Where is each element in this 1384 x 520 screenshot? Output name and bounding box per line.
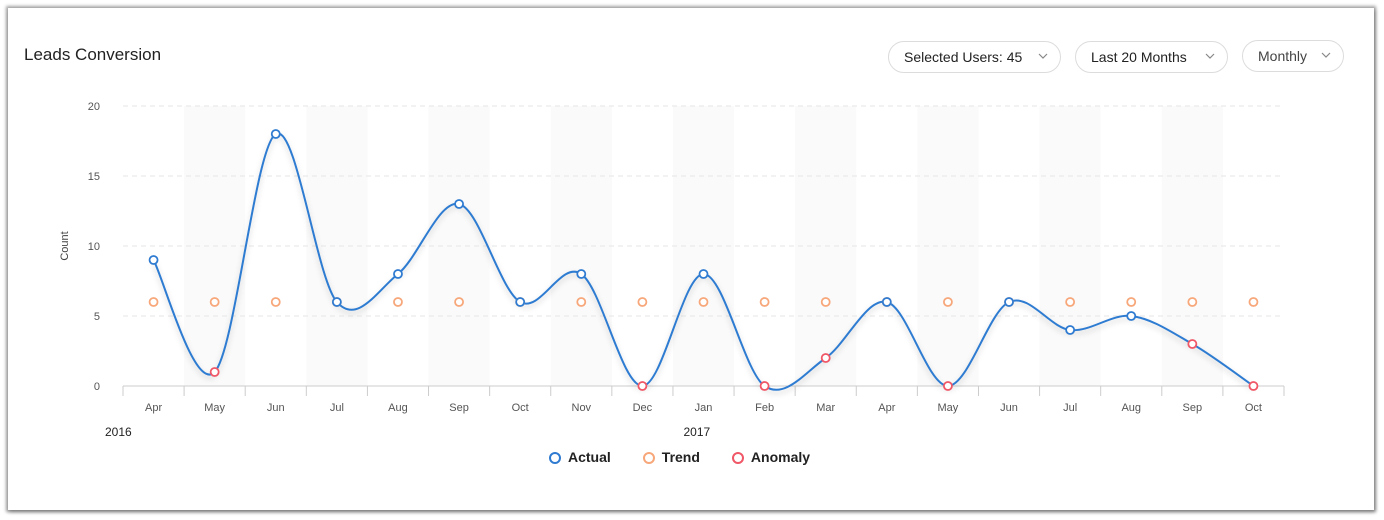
y-tick-label: 20 xyxy=(88,101,100,113)
x-tick-label: Oct xyxy=(1245,402,1262,414)
trend-point xyxy=(637,297,648,307)
trend-point xyxy=(1187,297,1198,307)
x-tick-label: Jun xyxy=(267,402,285,414)
anomaly-point xyxy=(820,353,831,363)
actual-point xyxy=(576,269,587,279)
x-tick-label: Nov xyxy=(572,402,592,414)
legend-item-anomaly[interactable]: Anomaly xyxy=(731,449,811,465)
legend-label-trend: Trend xyxy=(661,449,700,465)
trend-point xyxy=(1126,297,1137,307)
x-tick-label: Aug xyxy=(1121,402,1141,414)
trend-point xyxy=(1065,297,1076,307)
legend-label-anomaly: Anomaly xyxy=(750,449,811,465)
anomaly-point xyxy=(637,381,648,391)
y-tick-label: 15 xyxy=(88,171,100,183)
x-tick-label: Aug xyxy=(388,402,408,414)
x-tick-label: Jun xyxy=(1000,402,1018,414)
x-tick-label: Oct xyxy=(512,402,529,414)
actual-point xyxy=(270,129,281,139)
trend-point xyxy=(393,297,403,307)
y-axis-label: Count xyxy=(59,231,71,260)
x-tick-label: Mar xyxy=(816,402,835,414)
chart-legend: Actual Trend Anomaly xyxy=(549,449,842,465)
actual-point xyxy=(454,199,464,209)
trend-point xyxy=(148,297,159,307)
year-label: 2016 xyxy=(105,425,132,439)
actual-point xyxy=(1126,311,1137,321)
trend-point xyxy=(1248,297,1259,307)
y-tick-label: 0 xyxy=(94,381,100,393)
x-tick-label: Apr xyxy=(878,402,895,414)
actual-point xyxy=(881,297,892,307)
trend-point xyxy=(943,297,953,307)
x-tick-label: Apr xyxy=(145,402,162,414)
legend-item-actual[interactable]: Actual xyxy=(549,449,611,465)
trend-point xyxy=(454,297,464,307)
line-chart: 0 5 10 15 20 Count Apr May Jun Jul Aug Sep Oct Nov D… xyxy=(59,101,1285,439)
trend-point xyxy=(209,297,220,307)
x-tick-label: May xyxy=(204,402,225,414)
legend-item-trend[interactable]: Trend xyxy=(642,449,700,465)
actual-point xyxy=(1065,325,1076,335)
x-tick-label: Jan xyxy=(695,402,713,414)
actual-point xyxy=(698,269,709,279)
anomaly-point xyxy=(1187,339,1198,349)
actual-point xyxy=(515,297,526,307)
x-tick-label: Feb xyxy=(755,402,774,414)
x-tick-label: Jul xyxy=(330,402,344,414)
trend-point xyxy=(820,297,831,307)
legend-label-actual: Actual xyxy=(568,449,611,465)
actual-point xyxy=(331,297,342,307)
anomaly-point xyxy=(943,381,953,391)
circle-marker-icon xyxy=(549,452,561,464)
circle-marker-icon xyxy=(642,452,655,464)
y-tick-label: 10 xyxy=(88,241,100,253)
anomaly-point xyxy=(209,367,220,377)
trend-point xyxy=(576,297,587,307)
trend-point xyxy=(270,297,281,307)
actual-point xyxy=(148,255,159,265)
year-label: 2017 xyxy=(684,425,711,439)
x-tick-label: Sep xyxy=(1183,402,1203,414)
anomaly-point xyxy=(1248,381,1259,391)
x-tick-label: Dec xyxy=(633,402,653,414)
actual-point xyxy=(1004,297,1014,307)
trend-point xyxy=(759,297,770,307)
anomaly-point xyxy=(759,381,770,391)
x-tick-label: Sep xyxy=(449,402,469,414)
y-tick-label: 5 xyxy=(94,311,100,323)
x-tick-label: Jul xyxy=(1063,402,1077,414)
circle-marker-icon xyxy=(731,452,744,464)
x-tick-label: May xyxy=(938,402,959,414)
trend-point xyxy=(698,297,709,307)
actual-point xyxy=(393,269,403,279)
